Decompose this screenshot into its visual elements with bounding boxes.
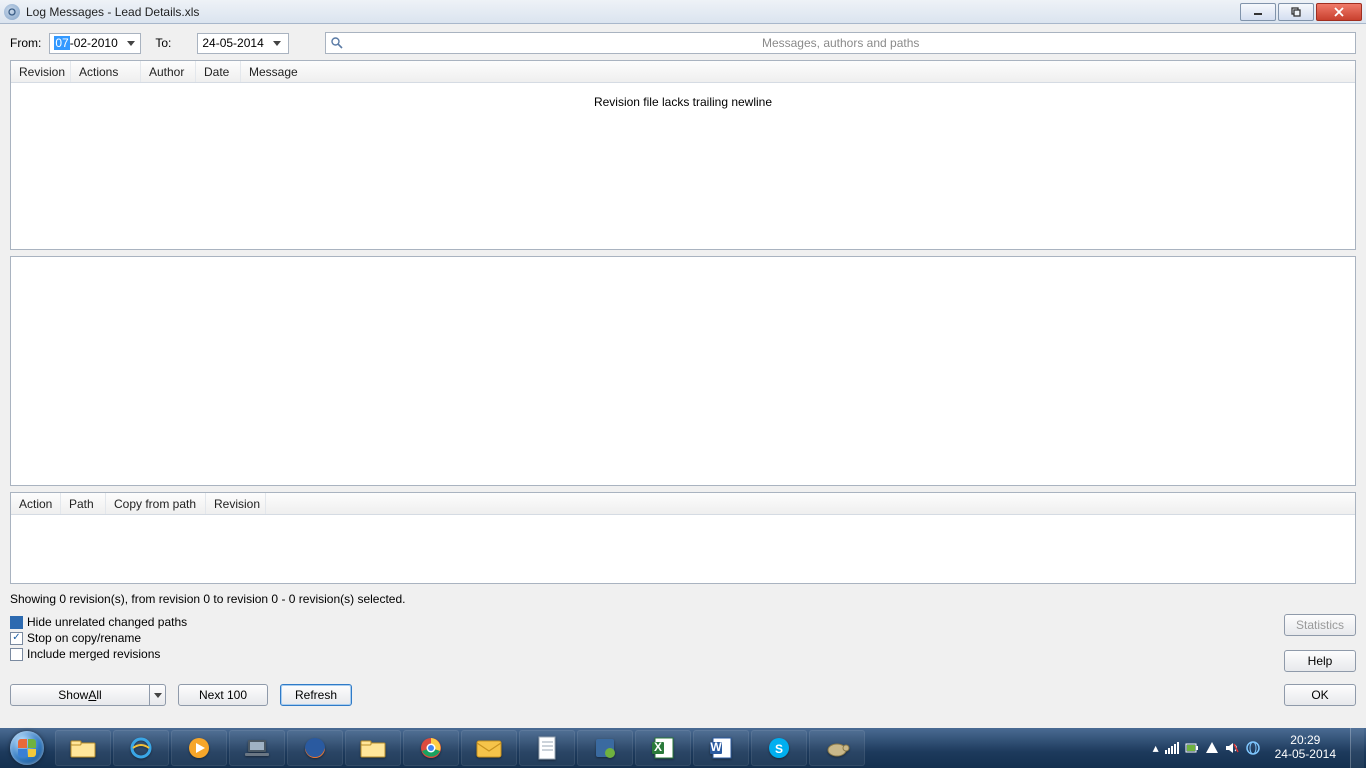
stop-on-copy-label: Stop on copy/rename	[27, 631, 141, 645]
search-icon	[326, 36, 348, 50]
close-button[interactable]	[1316, 3, 1362, 21]
col-path[interactable]: Path	[61, 493, 106, 514]
from-date-value: 07-02-2010	[54, 36, 123, 50]
taskbar[interactable]: X W S ▴ 20:29 24-05-2014	[0, 728, 1366, 768]
clock-time: 20:29	[1275, 734, 1336, 748]
clock-date: 24-05-2014	[1275, 748, 1336, 762]
to-date-value: 24-05-2014	[202, 36, 269, 50]
taskbar-clock[interactable]: 20:29 24-05-2014	[1269, 734, 1342, 762]
windows-orb-icon	[10, 731, 44, 765]
maximize-button[interactable]	[1278, 3, 1314, 21]
wifi-icon[interactable]	[1165, 742, 1179, 754]
from-label: From:	[10, 36, 41, 50]
col-actions[interactable]: Actions	[71, 61, 141, 82]
taskbar-wmp[interactable]	[171, 730, 227, 766]
checkbox-icon: ✓	[10, 632, 23, 645]
taskbar-chrome[interactable]	[403, 730, 459, 766]
ok-button[interactable]: OK	[1284, 684, 1356, 706]
window-content: From: 07-02-2010 To: 24-05-2014 Messages…	[0, 24, 1366, 728]
paths-header-row: Action Path Copy from path Revision	[11, 493, 1355, 515]
checkbox-icon	[10, 648, 23, 661]
from-date-picker[interactable]: 07-02-2010	[49, 33, 141, 54]
taskbar-outlook[interactable]	[461, 730, 517, 766]
network-icon[interactable]	[1245, 741, 1261, 755]
to-label: To:	[155, 36, 171, 50]
battery-icon[interactable]	[1185, 741, 1199, 755]
window-title: Log Messages - Lead Details.xls	[26, 5, 1240, 19]
taskbar-tortoise[interactable]	[809, 730, 865, 766]
col-author[interactable]: Author	[141, 61, 196, 82]
revisions-header-row: Revision Actions Author Date Message	[11, 61, 1355, 83]
taskbar-explorer[interactable]	[55, 730, 111, 766]
status-text: Showing 0 revision(s), from revision 0 t…	[10, 590, 1356, 608]
minimize-button[interactable]	[1240, 3, 1276, 21]
revisions-message: Revision file lacks trailing newline	[11, 83, 1355, 249]
refresh-button[interactable]: Refresh	[280, 684, 352, 706]
hide-unrelated-label: Hide unrelated changed paths	[27, 615, 187, 629]
svg-text:X: X	[654, 740, 662, 754]
hide-unrelated-checkbox[interactable]: Hide unrelated changed paths	[10, 614, 187, 630]
bottom-buttons-row: Show All Next 100 Refresh OK	[10, 684, 1356, 706]
taskbar-folder[interactable]	[345, 730, 401, 766]
taskbar-ie[interactable]	[113, 730, 169, 766]
show-desktop-button[interactable]	[1350, 728, 1364, 768]
taskbar-skype[interactable]: S	[751, 730, 807, 766]
show-all-dropdown[interactable]	[150, 684, 166, 706]
chevron-down-icon	[270, 41, 284, 46]
volume-icon[interactable]	[1225, 741, 1239, 755]
titlebar[interactable]: Log Messages - Lead Details.xls	[0, 0, 1366, 24]
app-window: Log Messages - Lead Details.xls From: 07…	[0, 0, 1366, 728]
taskbar-laptop[interactable]	[229, 730, 285, 766]
taskbar-notepad[interactable]	[519, 730, 575, 766]
statistics-button[interactable]: Statistics	[1284, 614, 1356, 636]
app-icon	[4, 4, 20, 20]
col-filler	[266, 493, 1355, 514]
start-button[interactable]	[0, 728, 54, 768]
to-date-picker[interactable]: 24-05-2014	[197, 33, 289, 54]
include-merged-checkbox[interactable]: Include merged revisions	[10, 646, 187, 662]
chevron-down-icon	[124, 41, 138, 46]
col-date[interactable]: Date	[196, 61, 241, 82]
system-tray: ▴ 20:29 24-05-2014	[1153, 728, 1366, 768]
svg-text:S: S	[775, 742, 783, 756]
taskbar-app-generic[interactable]	[577, 730, 633, 766]
col-action[interactable]: Action	[11, 493, 61, 514]
show-all-button[interactable]: Show All	[10, 684, 150, 706]
options-row: Hide unrelated changed paths ✓ Stop on c…	[10, 614, 1356, 672]
col-copy-from[interactable]: Copy from path	[106, 493, 206, 514]
include-merged-label: Include merged revisions	[27, 647, 160, 661]
revisions-panel: Revision Actions Author Date Message Rev…	[10, 60, 1356, 250]
search-input[interactable]: Messages, authors and paths	[325, 32, 1356, 54]
checkbox-icon	[10, 616, 23, 629]
next-100-button[interactable]: Next 100	[178, 684, 268, 706]
filter-row: From: 07-02-2010 To: 24-05-2014 Messages…	[10, 32, 1356, 54]
taskbar-word[interactable]: W	[693, 730, 749, 766]
taskbar-excel[interactable]: X	[635, 730, 691, 766]
col-message[interactable]: Message	[241, 61, 1355, 82]
search-placeholder: Messages, authors and paths	[762, 36, 919, 50]
tray-chevron-icon[interactable]: ▴	[1153, 741, 1159, 755]
commit-message-panel[interactable]	[10, 256, 1356, 486]
taskbar-firefox[interactable]	[287, 730, 343, 766]
show-all-split-button[interactable]: Show All	[10, 684, 166, 706]
action-center-icon[interactable]	[1205, 741, 1219, 755]
svg-text:W: W	[710, 740, 722, 754]
help-button[interactable]: Help	[1284, 650, 1356, 672]
stop-on-copy-checkbox[interactable]: ✓ Stop on copy/rename	[10, 630, 187, 646]
changed-paths-panel: Action Path Copy from path Revision	[10, 492, 1356, 584]
col-revision[interactable]: Revision	[11, 61, 71, 82]
col-revision-b[interactable]: Revision	[206, 493, 266, 514]
